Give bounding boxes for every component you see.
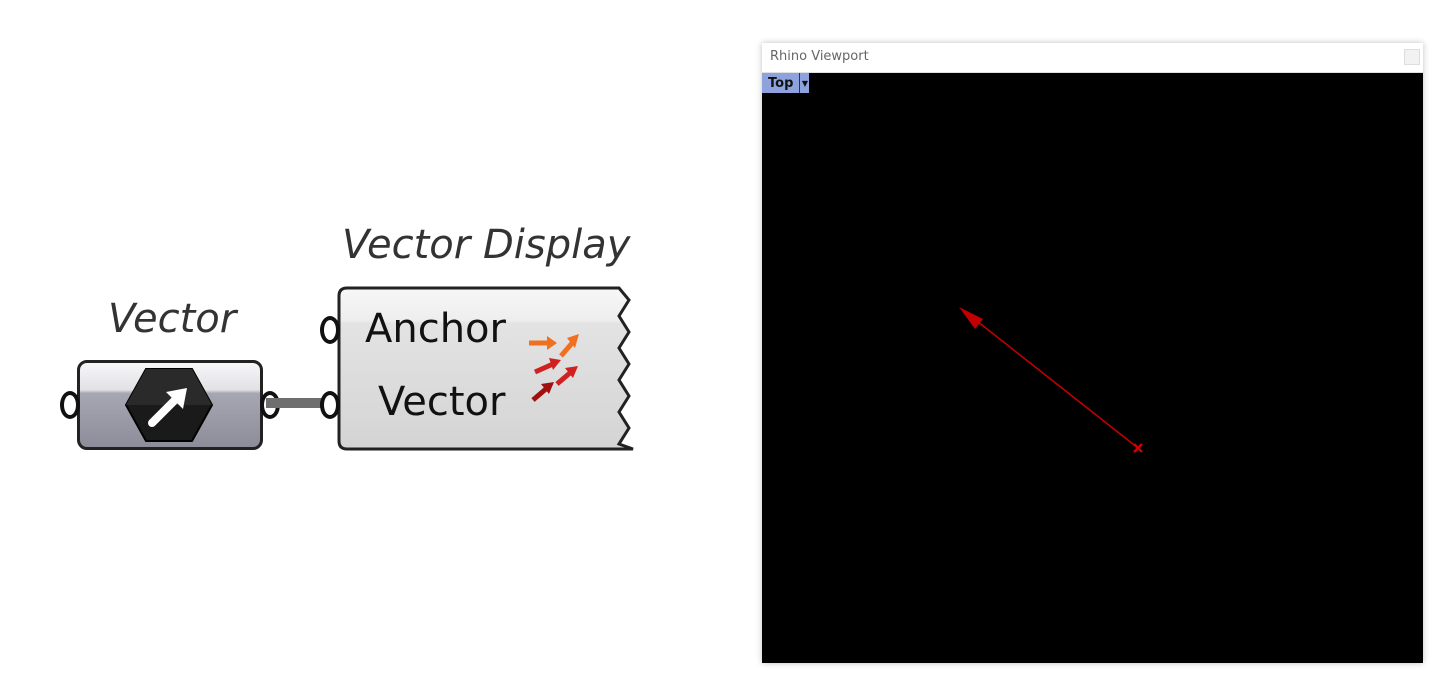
viewport-title: Rhino Viewport <box>770 49 869 64</box>
display-vector-arrowhead <box>959 307 983 329</box>
connection-wire[interactable] <box>266 398 328 408</box>
vector-display-icon <box>529 334 579 402</box>
viewport-titlebar[interactable]: Rhino Viewport <box>762 43 1423 73</box>
anchor-input-label: Anchor <box>365 306 506 352</box>
vector-display-input-grip[interactable] <box>320 391 340 419</box>
vector-input-label: Vector <box>378 379 506 425</box>
rhino-viewport-window[interactable]: Rhino Viewport Top ▼ <box>762 43 1423 663</box>
display-vector-line <box>967 313 1139 449</box>
vector-arrow-icon <box>124 368 214 442</box>
view-name-label[interactable]: Top <box>762 76 799 91</box>
vector-input-grip[interactable] <box>60 391 80 419</box>
anchor-point-marker <box>1133 443 1143 453</box>
vector-param-title: Vector <box>108 296 237 342</box>
viewport-canvas[interactable] <box>762 73 1423 663</box>
chevron-down-icon[interactable]: ▼ <box>799 73 809 93</box>
anchor-input-grip[interactable] <box>320 316 340 344</box>
vector-param-component[interactable] <box>77 360 263 450</box>
vector-display-component[interactable]: Anchor Vector <box>337 286 635 451</box>
vector-display-title: Vector Display <box>342 222 631 268</box>
viewport-geometry <box>959 307 1143 453</box>
grasshopper-canvas[interactable]: Vector Vector Display Anchor Vector <box>0 0 740 695</box>
close-icon[interactable] <box>1404 49 1420 65</box>
viewport-view-tab[interactable]: Top ▼ <box>762 73 810 93</box>
